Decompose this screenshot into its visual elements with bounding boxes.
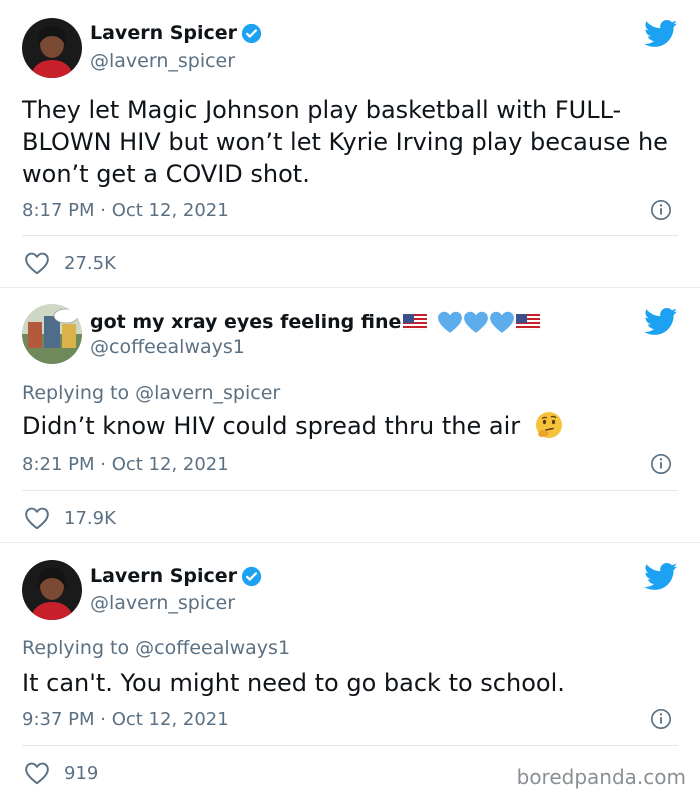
- like-button[interactable]: 27.5K: [24, 251, 116, 275]
- blue-heart-icon: [464, 311, 489, 333]
- handle[interactable]: @lavern_spicer: [90, 50, 235, 72]
- display-name[interactable]: Lavern Spicer: [90, 565, 237, 587]
- tweet-3: Lavern Spicer @lavern_spicer Replying to…: [0, 543, 700, 799]
- timestamp[interactable]: 9:37 PM · Oct 12, 2021: [22, 709, 229, 730]
- display-name[interactable]: got my xray eyes feeling fine: [90, 311, 401, 333]
- info-icon[interactable]: [650, 708, 672, 730]
- divider: [22, 745, 678, 746]
- like-button[interactable]: 17.9K: [24, 506, 116, 530]
- like-count: 27.5K: [64, 252, 116, 274]
- tweet-text: It can't. You might need to go back to s…: [22, 669, 565, 697]
- twitter-bird-icon[interactable]: [644, 308, 678, 336]
- twitter-bird-icon[interactable]: [644, 20, 678, 48]
- us-flag-icon: [516, 314, 541, 330]
- display-name[interactable]: Lavern Spicer: [90, 22, 237, 44]
- replying-to[interactable]: Replying to @coffeealways1: [22, 637, 290, 659]
- like-count: 17.9K: [64, 507, 116, 529]
- heart-icon: [25, 507, 49, 530]
- thinking-face-icon: [535, 412, 562, 438]
- tweet-1: Lavern Spicer @lavern_spicer They let Ma…: [0, 0, 700, 286]
- avatar[interactable]: [22, 304, 82, 364]
- divider: [22, 235, 678, 236]
- twitter-bird-icon[interactable]: [644, 563, 678, 591]
- timestamp[interactable]: 8:17 PM · Oct 12, 2021: [22, 200, 229, 221]
- blue-heart-icon: [438, 311, 463, 333]
- verified-icon: [241, 566, 262, 586]
- info-icon[interactable]: [650, 453, 672, 475]
- avatar[interactable]: [22, 18, 82, 78]
- like-count: 919: [64, 762, 99, 784]
- handle[interactable]: @coffeealways1: [90, 336, 245, 358]
- avatar[interactable]: [22, 560, 82, 620]
- heart-icon: [25, 252, 49, 275]
- divider: [22, 490, 678, 491]
- timestamp[interactable]: 8:21 PM · Oct 12, 2021: [22, 454, 229, 475]
- info-icon[interactable]: [650, 199, 672, 221]
- tweet-text: Didn’t know HIV could spread thru the ai…: [22, 410, 682, 442]
- tweet-text-body: Didn’t know HIV could spread thru the ai…: [22, 412, 521, 440]
- verified-icon: [241, 23, 262, 43]
- us-flag-icon: [403, 314, 428, 330]
- handle[interactable]: @lavern_spicer: [90, 592, 235, 614]
- heart-icon: [25, 762, 49, 785]
- like-button[interactable]: 919: [24, 761, 98, 785]
- replying-to[interactable]: Replying to @lavern_spicer: [22, 382, 280, 404]
- tweet-2: got my xray eyes feeling fine @coffeealw…: [0, 288, 700, 542]
- tweet-text: They let Magic Johnson play basketball w…: [22, 96, 668, 188]
- watermark: boredpanda.com: [516, 765, 686, 789]
- blue-heart-icon: [490, 311, 515, 333]
